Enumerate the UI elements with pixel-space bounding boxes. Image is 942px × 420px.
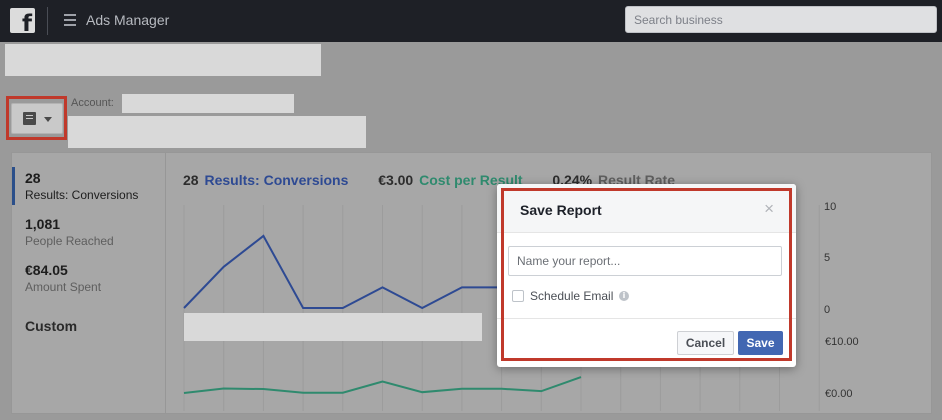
redacted-date-range[interactable]	[68, 116, 366, 148]
y-tick-label: 5	[824, 252, 831, 264]
y-tick-label: €10.00	[825, 336, 859, 348]
logo-letter: f	[21, 11, 32, 34]
highlight-save-dialog	[501, 188, 792, 361]
app-title[interactable]: Ads Manager	[86, 12, 169, 28]
redacted-account-name	[122, 94, 294, 113]
highlight-report-button	[6, 96, 67, 140]
y-tick-label: €0.00	[825, 388, 853, 400]
facebook-logo-icon[interactable]: f	[10, 8, 35, 33]
account-label: Account:	[71, 97, 114, 109]
y-tick-label: 10	[824, 201, 837, 213]
nav-divider	[47, 7, 48, 35]
y-tick-label: 0	[824, 304, 831, 316]
top-nav-bar: f Ads Manager	[0, 0, 942, 42]
results-series-line	[183, 234, 542, 310]
hamburger-menu-icon[interactable]	[64, 14, 76, 26]
search-business-input[interactable]	[625, 6, 937, 33]
redacted-page-title	[5, 44, 321, 76]
redacted-chart-label	[184, 313, 482, 341]
